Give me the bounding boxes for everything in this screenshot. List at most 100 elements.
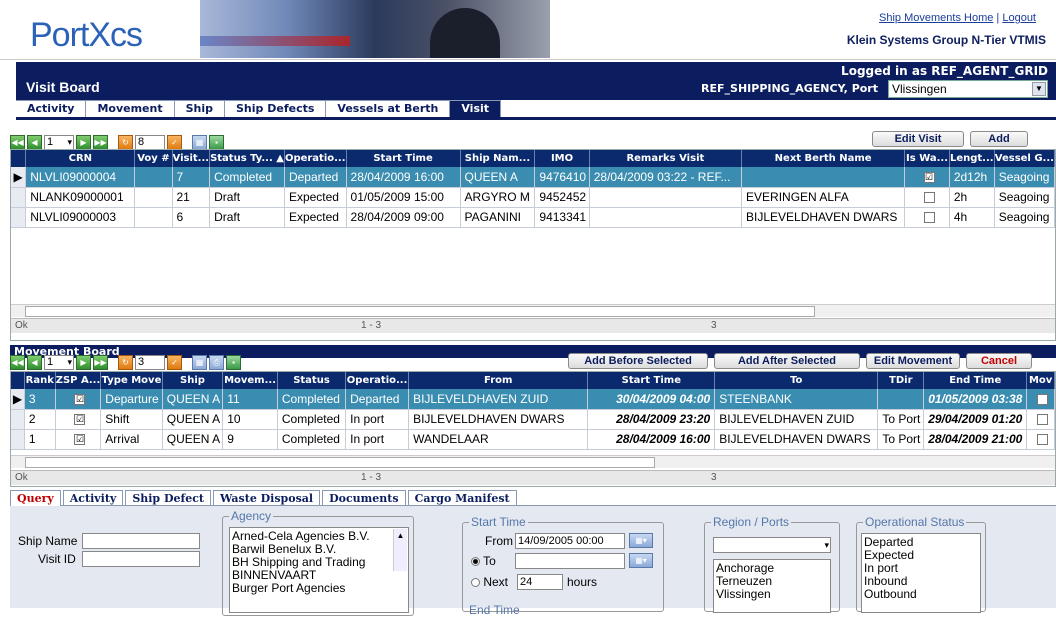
col-next-berth[interactable]: Next Berth Name bbox=[741, 150, 906, 167]
tab-ship-defects[interactable]: Ship Defects bbox=[225, 100, 327, 117]
col-end-time[interactable]: End Time bbox=[923, 372, 1028, 389]
prev-page-icon[interactable]: ◀ bbox=[27, 354, 42, 370]
col-ship-name[interactable]: Ship Nam... bbox=[460, 150, 536, 167]
mov-checkbox[interactable] bbox=[1037, 414, 1049, 426]
col-is-waiting[interactable]: Is Wa... bbox=[904, 150, 950, 167]
col-visit[interactable]: Visit... bbox=[172, 150, 211, 167]
next-hours-select[interactable]: 24 bbox=[517, 574, 563, 590]
tab-waste-disposal[interactable]: Waste Disposal bbox=[213, 490, 321, 506]
row-selector[interactable] bbox=[11, 429, 25, 450]
page-select[interactable]: 1 bbox=[44, 134, 74, 150]
col-rank[interactable]: Rank bbox=[24, 372, 56, 389]
add-after-selected-button[interactable]: Add After Selected bbox=[714, 353, 860, 369]
col-length[interactable]: Lengt... bbox=[949, 150, 995, 167]
listbox-scrollbar[interactable]: ▲ bbox=[393, 529, 407, 571]
table-row[interactable]: NLANK09000001 21 Draft Expected 01/05/20… bbox=[11, 187, 1055, 208]
tab-documents[interactable]: Documents bbox=[322, 490, 406, 506]
prev-page-icon[interactable]: ◀ bbox=[27, 134, 42, 150]
list-item[interactable]: Vlissingen bbox=[716, 588, 828, 601]
row-selector[interactable] bbox=[11, 409, 25, 430]
col-status[interactable]: Status bbox=[277, 372, 347, 389]
ship-name-input[interactable] bbox=[82, 533, 200, 549]
tab-vessels-at-berth[interactable]: Vessels at Berth bbox=[326, 100, 451, 117]
edit-movement-button[interactable]: Edit Movement bbox=[866, 353, 960, 369]
col-operation[interactable]: Operatio... bbox=[284, 150, 347, 167]
col-from[interactable]: From bbox=[408, 372, 589, 389]
next-radio[interactable] bbox=[471, 578, 480, 588]
last-page-icon[interactable]: ▶▶ bbox=[93, 354, 108, 370]
list-item[interactable]: Outbound bbox=[864, 588, 978, 601]
col-start-time[interactable]: Start Time bbox=[346, 150, 461, 167]
table-row[interactable]: 1 ☑ Arrival QUEEN A 9 Completed In port … bbox=[11, 429, 1055, 450]
tab-visit[interactable]: Visit bbox=[450, 100, 502, 117]
col-voy[interactable]: Voy # bbox=[134, 150, 173, 167]
mov-checkbox[interactable] bbox=[1037, 434, 1049, 446]
next-radio-row[interactable]: Next bbox=[471, 575, 508, 589]
tab-ship-defect[interactable]: Ship Defect bbox=[125, 490, 212, 506]
save-icon[interactable]: ▪ bbox=[226, 354, 241, 370]
port-select[interactable]: Vlissingen ▼ bbox=[888, 80, 1048, 98]
columns-icon[interactable]: ▦ bbox=[192, 354, 207, 370]
is-waiting-checkbox[interactable]: ☑ bbox=[923, 172, 935, 184]
col-mov[interactable]: Mov bbox=[1026, 372, 1055, 389]
row-selector-icon[interactable]: ▶ bbox=[11, 167, 27, 188]
is-waiting-checkbox[interactable] bbox=[923, 192, 935, 204]
from-date-input[interactable]: 14/09/2005 00:00 bbox=[515, 533, 625, 549]
first-page-icon[interactable]: ◀◀ bbox=[10, 134, 25, 150]
scroll-thumb[interactable] bbox=[25, 306, 815, 317]
visit-id-input[interactable] bbox=[82, 551, 200, 567]
last-page-icon[interactable]: ▶▶ bbox=[93, 134, 108, 150]
col-to[interactable]: To bbox=[714, 372, 879, 389]
col-tdir[interactable]: TDir bbox=[877, 372, 925, 389]
to-radio-row[interactable]: To bbox=[471, 554, 496, 568]
col-operation[interactable]: Operatio... bbox=[345, 372, 410, 389]
to-date-input[interactable] bbox=[515, 553, 625, 569]
next-page-icon[interactable]: ▶ bbox=[76, 354, 91, 370]
add-visit-button[interactable]: Add bbox=[970, 131, 1028, 147]
apply-icon[interactable]: ✓ bbox=[167, 134, 182, 150]
tab-query[interactable]: Query bbox=[10, 490, 61, 506]
next-page-icon[interactable]: ▶ bbox=[76, 134, 91, 150]
agency-listbox[interactable]: Arned-Cela Agencies B.V. Barwil Benelux … bbox=[229, 527, 409, 613]
first-page-icon[interactable]: ◀◀ bbox=[10, 354, 25, 370]
tab-cargo-manifest[interactable]: Cargo Manifest bbox=[407, 490, 517, 506]
calendar-icon[interactable]: ▦▾ bbox=[629, 533, 653, 548]
to-radio[interactable] bbox=[471, 557, 480, 567]
apply-icon[interactable]: ✓ bbox=[167, 354, 182, 370]
row-selector-icon[interactable]: ▶ bbox=[11, 389, 25, 410]
ports-listbox[interactable]: Anchorage Terneuzen Vlissingen bbox=[713, 559, 831, 613]
page-size-input[interactable]: 3 bbox=[135, 354, 165, 370]
row-selector[interactable] bbox=[11, 207, 27, 228]
page-size-input[interactable]: 8 bbox=[135, 134, 165, 150]
chevron-down-icon[interactable]: ▾ bbox=[824, 538, 829, 552]
add-before-selected-button[interactable]: Add Before Selected bbox=[568, 353, 708, 369]
table-row[interactable]: ▶ NLVLI09000004 7 Completed Departed 28/… bbox=[11, 167, 1055, 188]
save-icon[interactable]: ▪ bbox=[209, 134, 224, 150]
table-row[interactable]: NLVLI09000003 6 Draft Expected 28/04/200… bbox=[11, 207, 1055, 228]
visit-hscrollbar[interactable] bbox=[11, 304, 1055, 317]
col-movement[interactable]: Movem... bbox=[222, 372, 278, 389]
refresh-icon[interactable]: ↻ bbox=[118, 134, 133, 150]
col-type-move[interactable]: Type Move bbox=[100, 372, 163, 389]
col-imo[interactable]: IMO bbox=[534, 150, 590, 167]
refresh-icon[interactable]: ↻ bbox=[118, 354, 133, 370]
ship-movements-home-link[interactable]: Ship Movements Home bbox=[879, 12, 993, 24]
edit-visit-button[interactable]: Edit Visit bbox=[872, 131, 964, 147]
col-ship[interactable]: Ship bbox=[162, 372, 224, 389]
col-start-time[interactable]: Start Time bbox=[587, 372, 716, 389]
col-zsp[interactable]: ZSP A... bbox=[55, 372, 102, 389]
is-waiting-checkbox[interactable] bbox=[923, 212, 935, 224]
scroll-thumb[interactable] bbox=[25, 457, 655, 468]
tab-movement[interactable]: Movement bbox=[86, 100, 175, 117]
row-selector[interactable] bbox=[11, 187, 27, 208]
tab-ship[interactable]: Ship bbox=[174, 100, 225, 117]
zsp-checkbox[interactable]: ☑ bbox=[74, 394, 86, 406]
zsp-checkbox[interactable]: ☑ bbox=[74, 434, 86, 446]
region-select[interactable]: ▾ bbox=[713, 537, 831, 553]
table-row[interactable]: ▶ 3 ☑ Departure QUEEN A 11 Completed Dep… bbox=[11, 389, 1055, 410]
table-row[interactable]: 2 ☑ Shift QUEEN A 10 Completed In port B… bbox=[11, 409, 1055, 430]
logout-link[interactable]: Logout bbox=[1002, 12, 1036, 24]
operational-status-listbox[interactable]: Departed Expected In port Inbound Outbou… bbox=[861, 533, 981, 613]
calendar-icon[interactable]: ▦▾ bbox=[629, 553, 653, 568]
print-icon[interactable]: ⎙ bbox=[209, 354, 224, 370]
